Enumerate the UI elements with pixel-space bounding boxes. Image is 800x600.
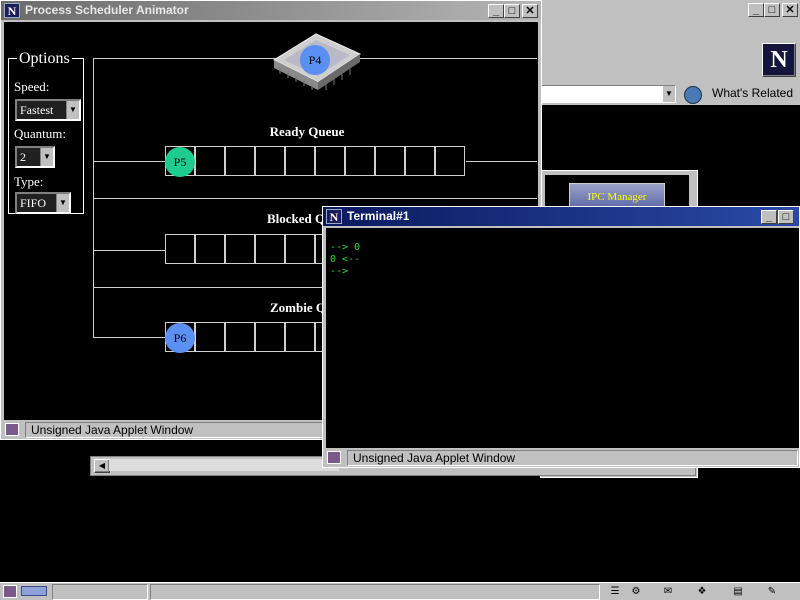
- speed-select[interactable]: Fastest ▼: [15, 99, 81, 121]
- scheduler-titlebar[interactable]: N Process Scheduler Animator _ □ ✕: [1, 1, 541, 20]
- queue-slot: [255, 322, 285, 352]
- queue-slot: [435, 146, 465, 176]
- maximize-button[interactable]: □: [778, 210, 794, 224]
- queue-slot: [255, 146, 285, 176]
- terminal-screen[interactable]: --> 0 0 <-- -->: [326, 228, 799, 448]
- toolbar-area: [540, 20, 800, 41]
- whats-related-icon: [684, 86, 702, 104]
- connection-icon[interactable]: [21, 586, 47, 596]
- whats-related-button[interactable]: What's Related: [682, 85, 800, 104]
- browser-titlebar: _ □ ✕: [540, 0, 800, 20]
- queue-slot: [165, 234, 195, 264]
- compose-icon[interactable]: ✎: [764, 585, 780, 599]
- progress-field: [52, 584, 148, 600]
- chat-icon[interactable]: ❖: [694, 585, 710, 599]
- chevron-down-icon[interactable]: ▼: [40, 148, 53, 166]
- process-p4[interactable]: P4: [300, 45, 330, 75]
- speed-label: Speed:: [14, 79, 50, 94]
- type-label: Type:: [14, 174, 44, 189]
- queue-slot: [315, 146, 345, 176]
- mail-icon[interactable]: ✉: [660, 585, 676, 599]
- options-title: Options: [17, 50, 72, 68]
- scroll-track[interactable]: [109, 459, 339, 471]
- queue-slot: [255, 234, 285, 264]
- ready-queue-line-right: [466, 161, 537, 162]
- quantum-value: 2: [20, 150, 26, 164]
- terminal-statusbar: Unsigned Java Applet Window: [323, 449, 799, 467]
- queue-slot: [225, 234, 255, 264]
- zombie-queue-title: Zombie Q: [270, 300, 326, 315]
- quantum-select[interactable]: 2 ▼: [15, 146, 55, 168]
- quantum-label: Quantum:: [14, 126, 66, 141]
- lock-icon: [327, 451, 341, 464]
- queue-slot: [405, 146, 435, 176]
- queue-slot: [195, 234, 225, 264]
- maximize-button[interactable]: □: [504, 4, 520, 18]
- terminal-title: Terminal#1: [347, 209, 410, 223]
- queue-slot: [285, 322, 315, 352]
- queue-slot: [225, 322, 255, 352]
- minimize-button[interactable]: _: [748, 3, 764, 17]
- gear-icon[interactable]: ⚙: [628, 585, 644, 599]
- queue-slot: [195, 146, 225, 176]
- scheduler-title: Process Scheduler Animator: [25, 3, 189, 17]
- scroll-left-button[interactable]: ◀: [94, 459, 110, 473]
- queue-slot: [225, 146, 255, 176]
- chevron-down-icon[interactable]: ▼: [66, 101, 79, 119]
- blocked-queue-title: Blocked Q: [267, 211, 326, 226]
- security-icon[interactable]: [3, 585, 17, 598]
- location-input[interactable]: ▼: [540, 85, 676, 103]
- netscape-n-icon: N: [4, 3, 20, 18]
- terminal-titlebar[interactable]: N Terminal#1 _ □: [323, 207, 799, 226]
- terminal-line: --> 0: [330, 242, 361, 253]
- whats-related-label: What's Related: [712, 86, 793, 100]
- list-icon[interactable]: ☰: [607, 585, 623, 599]
- ready-queue-line-left: [93, 161, 165, 162]
- restore-button[interactable]: □: [764, 3, 780, 17]
- netscape-n-icon: N: [326, 209, 342, 224]
- close-button[interactable]: ✕: [522, 4, 538, 18]
- netscape-logo[interactable]: N: [762, 43, 796, 77]
- minimize-button[interactable]: _: [761, 210, 777, 224]
- process-p6[interactable]: P6: [165, 323, 195, 353]
- type-select[interactable]: FIFO ▼: [15, 192, 71, 214]
- ready-queue-title: Ready Queue: [269, 124, 345, 139]
- netscape-logo-letter: N: [770, 47, 788, 73]
- browser-statusbar: ☰ ⚙ ✉ ❖ ▤ ✎: [0, 582, 800, 600]
- queue-slot: [285, 234, 315, 264]
- process-p5[interactable]: P5: [165, 147, 195, 177]
- toolbar-strip: [540, 40, 800, 80]
- ready-queue: P5: [165, 146, 466, 178]
- queue-slot: [345, 146, 375, 176]
- terminal-output: --> 0 0 <-- -->: [330, 242, 360, 278]
- chevron-down-icon[interactable]: ▼: [56, 194, 69, 212]
- queue-frame-bottom: [93, 337, 173, 338]
- queue-slot: [285, 146, 315, 176]
- close-button[interactable]: ✕: [782, 3, 798, 17]
- blocked-queue-line-left: [93, 250, 165, 251]
- lock-icon: [5, 423, 19, 436]
- address-book-icon[interactable]: ▤: [730, 585, 746, 599]
- type-value: FIFO: [20, 196, 47, 210]
- terminal-line: 0 <--: [330, 254, 361, 265]
- location-dropdown-icon[interactable]: ▼: [663, 86, 675, 102]
- terminal-window: N Terminal#1 _ □ --> 0 0 <-- --> Unsigne…: [322, 206, 800, 468]
- divider-1: [93, 198, 537, 199]
- minimize-button[interactable]: _: [488, 4, 504, 18]
- terminal-status-text: Unsigned Java Applet Window: [347, 450, 798, 466]
- terminal-line: -->: [330, 266, 349, 277]
- queue-slot: [195, 322, 225, 352]
- queue-slot: [375, 146, 405, 176]
- speed-value: Fastest: [20, 103, 54, 117]
- status-field: [150, 584, 600, 600]
